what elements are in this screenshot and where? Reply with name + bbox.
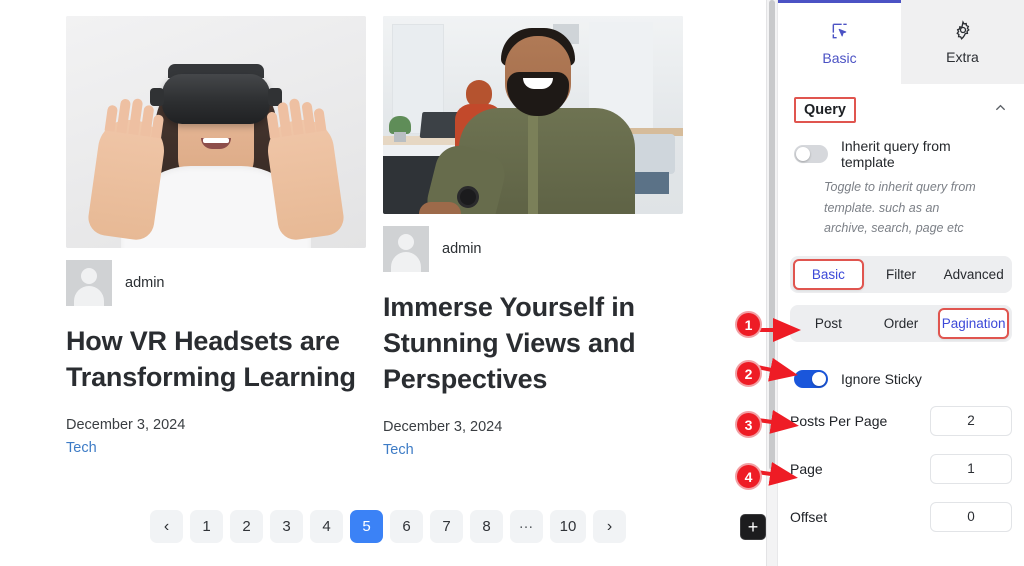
- avatar: [383, 226, 429, 272]
- avatar: [66, 260, 112, 306]
- post-card[interactable]: admin Immerse Yourself in Stunning Views…: [383, 16, 683, 458]
- tab-basic[interactable]: Basic: [778, 0, 901, 84]
- settings-panel: Basic Extra Query Inherit query from tem…: [740, 0, 1024, 566]
- annotation-marker-4: 4: [735, 463, 762, 490]
- pagination-page-3[interactable]: 3: [270, 510, 303, 543]
- offset-input[interactable]: [930, 501, 1012, 532]
- pagination-page-5-active[interactable]: 5: [350, 510, 383, 543]
- query-subtab-group: Post Order Pagination: [790, 304, 1012, 342]
- posts-per-page-row: Posts Per Page: [778, 405, 1024, 436]
- inherit-query-label: Inherit query from template: [841, 138, 951, 170]
- annotation-marker-3: 3: [735, 411, 762, 438]
- posts-per-page-label: Posts Per Page: [790, 412, 888, 429]
- pagination-page-10[interactable]: 10: [550, 510, 586, 543]
- query-tab-filter[interactable]: Filter: [866, 259, 937, 290]
- office-illustration: [383, 16, 683, 214]
- post-author: admin: [442, 241, 482, 257]
- pagination-page-2[interactable]: 2: [230, 510, 263, 543]
- ignore-sticky-toggle[interactable]: [794, 369, 828, 388]
- post-meta: admin: [383, 226, 683, 272]
- pagination-next-button[interactable]: ›: [593, 510, 626, 543]
- panel-tab-bar: Basic Extra: [778, 0, 1024, 84]
- query-tab-basic[interactable]: Basic: [793, 258, 864, 290]
- post-date: December 3, 2024: [66, 416, 186, 433]
- page-row: Page: [778, 453, 1024, 484]
- cursor-square-icon: [830, 21, 850, 41]
- vr-illustration: [66, 16, 366, 248]
- panel-scrollbar-thumb[interactable]: [769, 0, 775, 470]
- add-element-button[interactable]: +: [740, 514, 766, 540]
- plus-icon: +: [747, 517, 759, 537]
- post-thumbnail-vr[interactable]: [66, 16, 366, 248]
- chevron-up-icon[interactable]: [993, 100, 1008, 120]
- pagination-page-1[interactable]: 1: [190, 510, 223, 543]
- pagination-page-4[interactable]: 4: [310, 510, 343, 543]
- post-card[interactable]: admin How VR Headsets are Transforming L…: [66, 16, 366, 458]
- post-title[interactable]: How VR Headsets are Transforming Learnin…: [66, 324, 366, 396]
- gear-icon: [953, 19, 973, 40]
- page-input[interactable]: [930, 453, 1012, 484]
- ignore-sticky-row: Ignore Sticky: [778, 364, 1024, 388]
- query-tab-advanced[interactable]: Advanced: [938, 259, 1009, 290]
- screenshot-root: admin How VR Headsets are Transforming L…: [0, 0, 1024, 566]
- query-subtab-post[interactable]: Post: [793, 308, 864, 339]
- query-section-header[interactable]: Query: [778, 84, 1024, 132]
- pagination-bar: ‹ 1 2 3 4 5 6 7 8 … 10 ›: [150, 510, 626, 543]
- pagination-page-6[interactable]: 6: [390, 510, 423, 543]
- inherit-query-toggle[interactable]: [794, 145, 828, 163]
- post-category-link[interactable]: Tech: [66, 440, 366, 456]
- annotation-marker-1: 1: [735, 311, 762, 338]
- query-subtab-order[interactable]: Order: [866, 308, 937, 339]
- inherit-query-help-text: Toggle to inherit query from template. s…: [824, 180, 976, 236]
- post-date: December 3, 2024: [383, 418, 503, 435]
- tab-basic-label: Basic: [822, 50, 857, 66]
- tab-extra-label: Extra: [946, 48, 979, 65]
- inherit-query-row: Inherit query from template: [778, 132, 1024, 170]
- post-meta: admin: [66, 260, 366, 306]
- post-category-link[interactable]: Tech: [383, 442, 683, 458]
- offset-row: Offset: [778, 501, 1024, 532]
- posts-grid: admin How VR Headsets are Transforming L…: [66, 16, 683, 458]
- tab-extra[interactable]: Extra: [901, 0, 1024, 84]
- post-author: admin: [125, 275, 165, 291]
- query-section-title: Query: [794, 97, 856, 123]
- pagination-ellipsis: …: [510, 510, 543, 543]
- post-thumbnail-office[interactable]: [383, 16, 683, 214]
- posts-per-page-input[interactable]: [930, 405, 1012, 436]
- pagination-page-7[interactable]: 7: [430, 510, 463, 543]
- annotation-marker-2: 2: [735, 360, 762, 387]
- ignore-sticky-label: Ignore Sticky: [841, 370, 922, 387]
- post-title[interactable]: Immerse Yourself in Stunning Views and P…: [383, 290, 683, 398]
- query-tab-group: Basic Filter Advanced: [790, 255, 1012, 293]
- page-label: Page: [790, 460, 823, 477]
- pagination-prev-button[interactable]: ‹: [150, 510, 183, 543]
- pagination-page-8[interactable]: 8: [470, 510, 503, 543]
- query-subtab-pagination[interactable]: Pagination: [938, 307, 1010, 339]
- offset-label: Offset: [790, 508, 828, 525]
- post-grid-preview: admin How VR Headsets are Transforming L…: [0, 0, 768, 566]
